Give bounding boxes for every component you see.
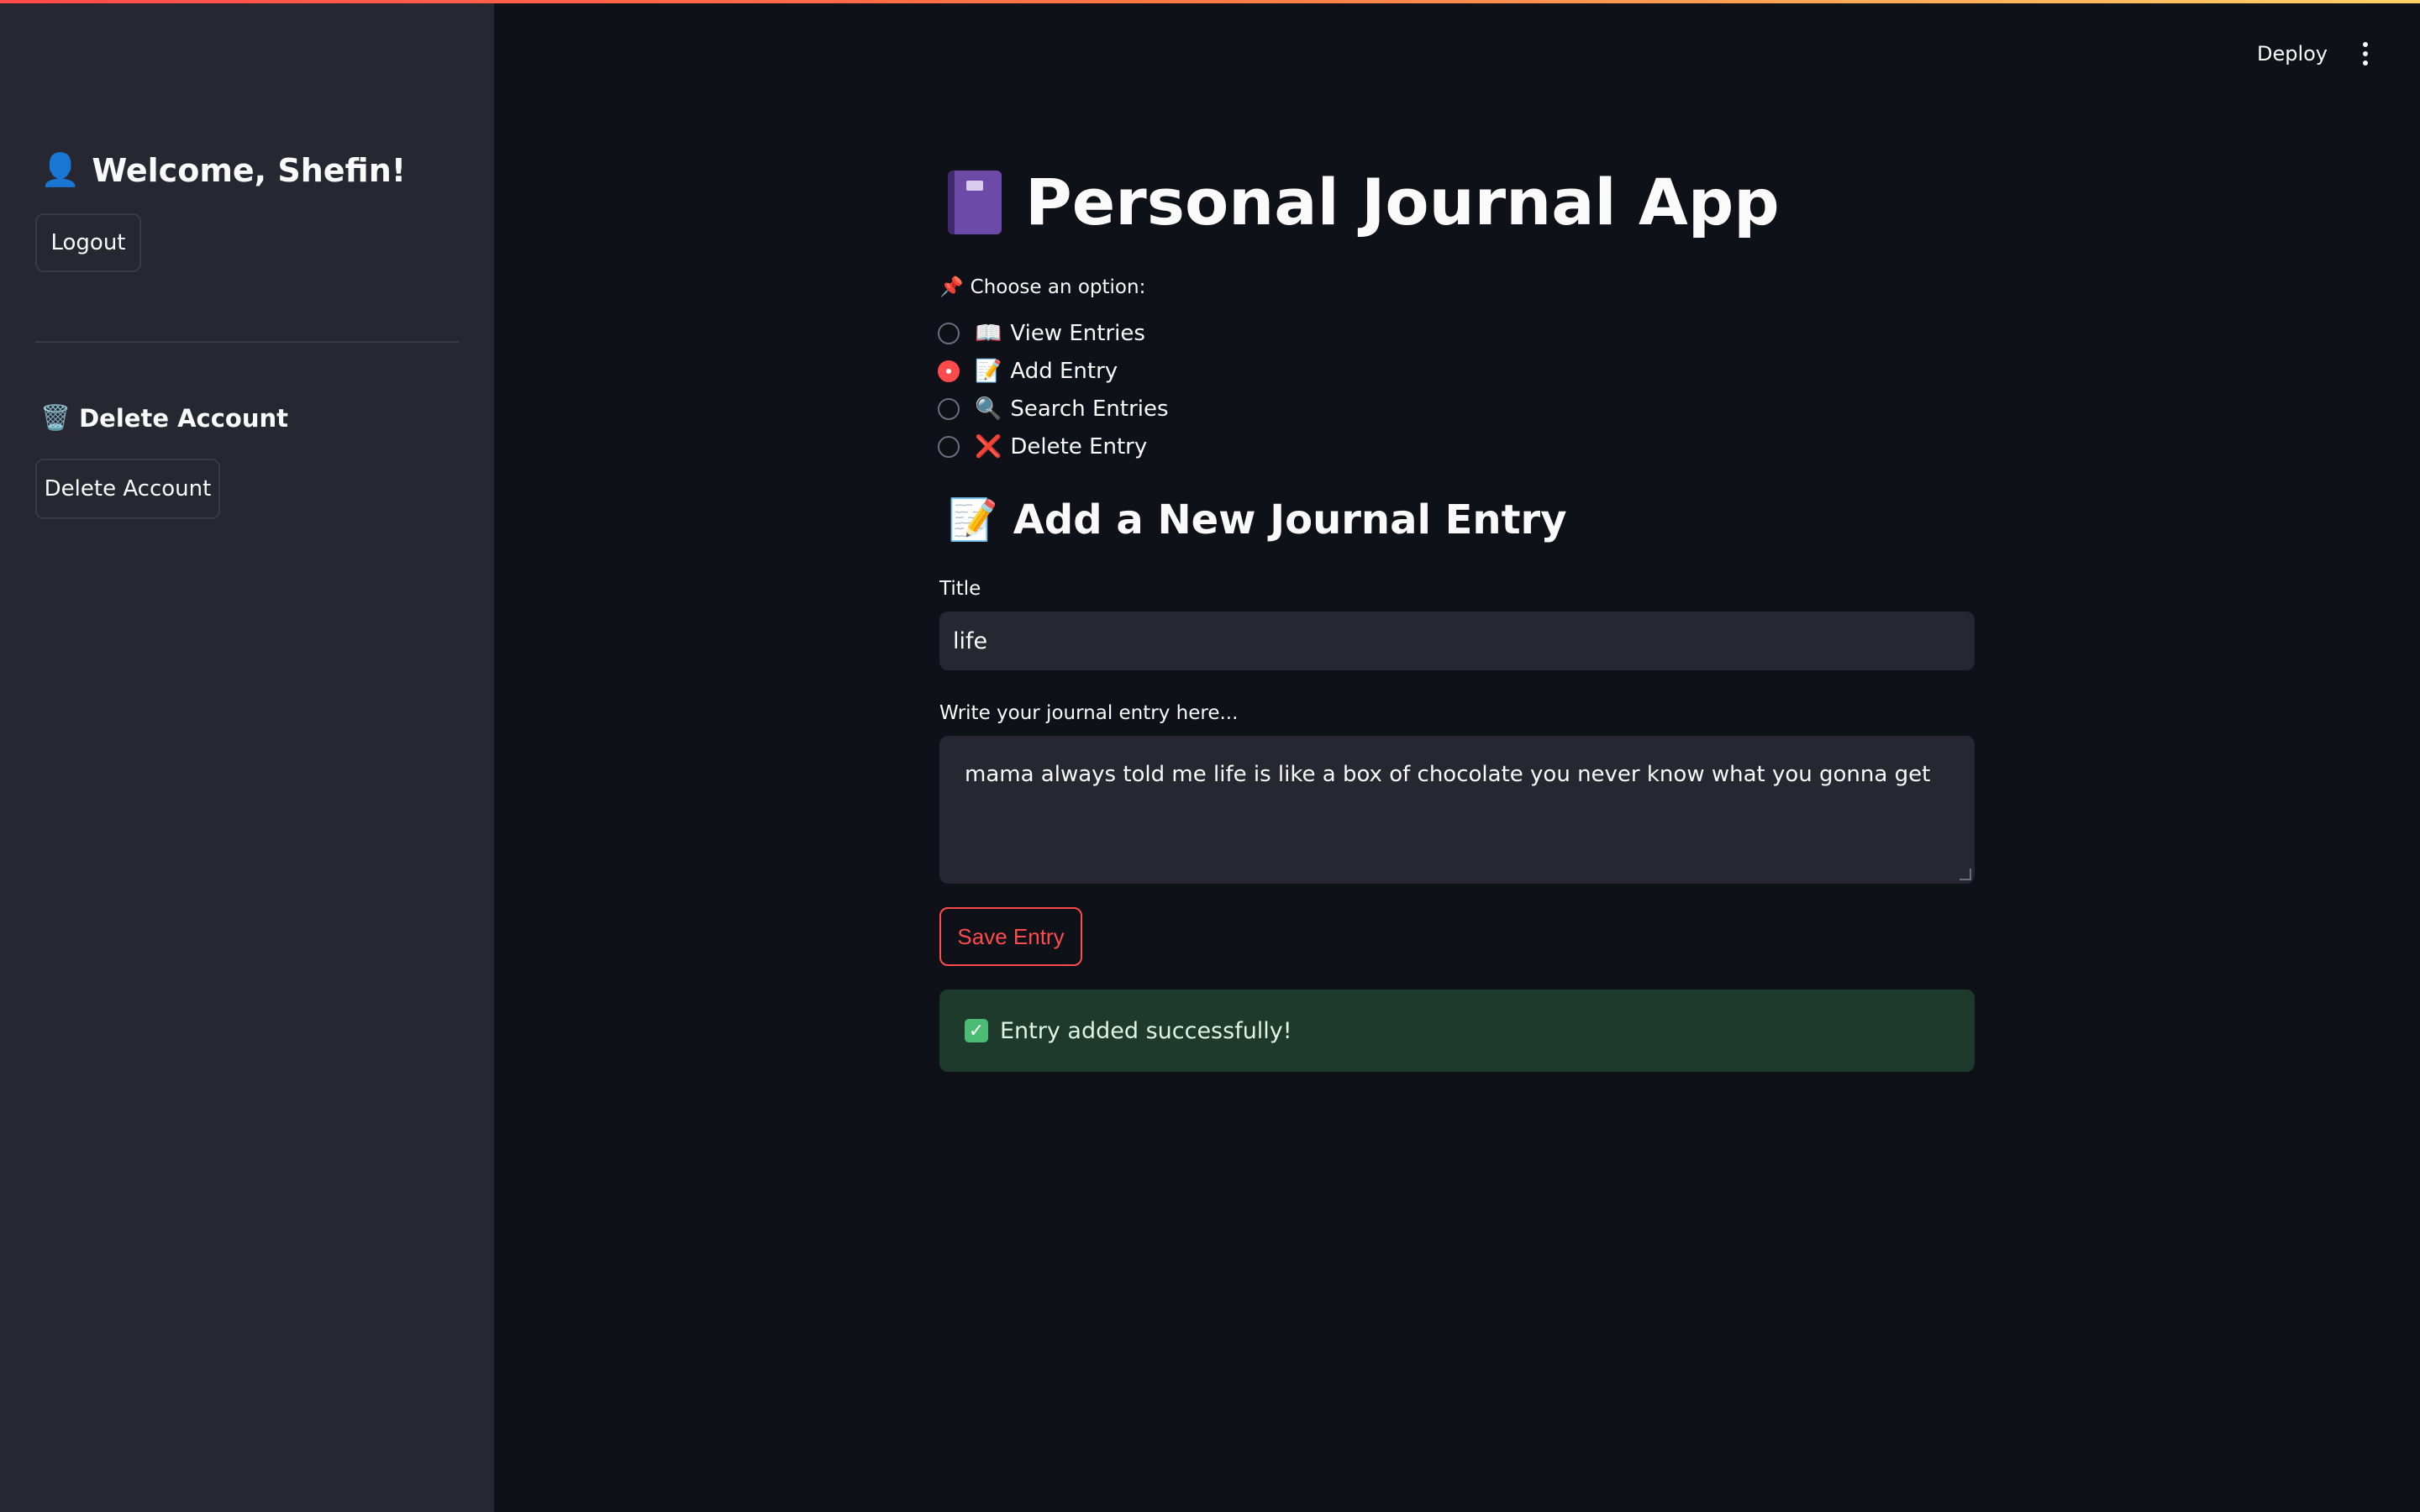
section-heading: 📝 Add a New Journal Entry — [948, 496, 1567, 544]
title-field-label: Title — [939, 578, 981, 600]
sidebar: 👤 Welcome, Shefin! Logout 🗑️ Delete Acco… — [0, 3, 494, 1512]
success-alert: ✓ Entry added successfully! — [939, 990, 1975, 1072]
radio-option-label: Add Entry — [1010, 358, 1118, 384]
sidebar-welcome-heading: 👤 Welcome, Shefin! — [40, 151, 406, 189]
radio-option-view-entries[interactable]: 📖 View Entries — [938, 314, 1169, 352]
radio-button[interactable] — [938, 322, 960, 344]
success-alert-text: Entry added successfully! — [1000, 1017, 1292, 1044]
notebook-icon — [948, 170, 1002, 234]
radio-button[interactable] — [938, 397, 960, 420]
page-title-text: Personal Journal App — [1025, 165, 1780, 239]
more-vertical-icon[interactable] — [2353, 37, 2378, 71]
radio-option-label: Delete Entry — [1010, 433, 1148, 459]
trash-icon: 🗑️ — [40, 403, 71, 432]
journal-entry-text: mama always told me life is like a box o… — [965, 762, 1931, 787]
radio-option-delete-entry[interactable]: ❌ Delete Entry — [938, 428, 1169, 465]
check-icon: ✓ — [965, 1019, 988, 1042]
option-radio-label-text: Choose an option: — [970, 276, 1146, 298]
resize-handle-icon[interactable] — [1960, 869, 1971, 880]
option-radio-label: 📌 Choose an option: — [939, 276, 1146, 299]
title-input[interactable]: life — [939, 612, 1975, 670]
memo-icon: 📝 — [975, 358, 1002, 384]
journal-entry-textarea[interactable]: mama always told me life is like a box o… — [939, 736, 1975, 884]
radio-button-selected[interactable] — [938, 360, 960, 382]
pin-icon: 📌 — [939, 276, 964, 298]
logout-button[interactable]: Logout — [35, 213, 141, 272]
sidebar-divider — [35, 341, 459, 343]
radio-option-label: Search Entries — [1010, 396, 1169, 422]
option-radio-group: 📖 View Entries 📝 Add Entry 🔍 Search Entr… — [938, 314, 1169, 465]
delete-account-button[interactable]: Delete Account — [35, 459, 220, 519]
welcome-text: Welcome, Shefin! — [92, 151, 407, 189]
memo-icon: 📝 — [948, 496, 998, 543]
open-book-icon: 📖 — [975, 320, 1002, 346]
page-title: Personal Journal App — [948, 165, 1780, 239]
save-entry-button[interactable]: Save Entry — [939, 907, 1082, 966]
radio-option-add-entry[interactable]: 📝 Add Entry — [938, 352, 1169, 390]
deploy-button[interactable]: Deploy — [2250, 37, 2334, 71]
entry-field-label: Write your journal entry here... — [939, 702, 1239, 724]
radio-option-label: View Entries — [1010, 320, 1145, 346]
user-icon: 👤 — [40, 151, 81, 188]
delete-account-heading: 🗑️ Delete Account — [40, 403, 288, 433]
cross-icon: ❌ — [975, 433, 1002, 459]
delete-account-heading-text: Delete Account — [79, 403, 288, 433]
radio-option-search-entries[interactable]: 🔍 Search Entries — [938, 390, 1169, 428]
magnifier-icon: 🔍 — [975, 396, 1002, 422]
radio-button[interactable] — [938, 435, 960, 458]
section-heading-text: Add a New Journal Entry — [1013, 496, 1567, 543]
